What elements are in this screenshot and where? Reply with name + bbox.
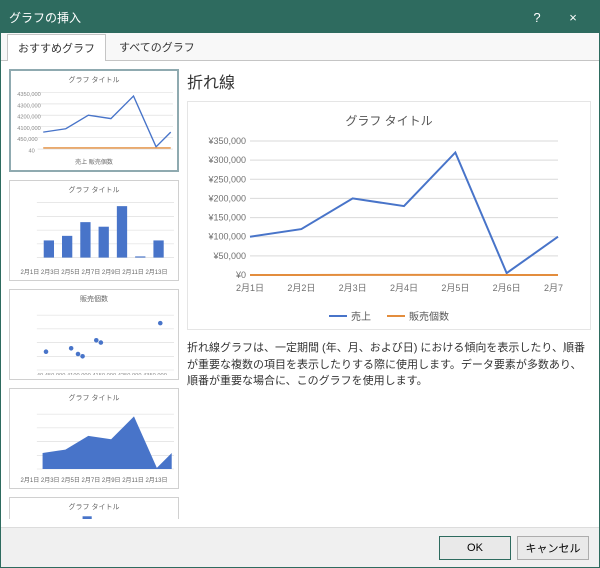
svg-text:2月3日: 2月3日: [339, 283, 367, 293]
preview-pane: 折れ線 グラフ タイトル ¥0 ¥50,000 ¥100,000 ¥150,000 ¥2…: [187, 69, 591, 519]
window-title: グラフの挿入: [9, 9, 519, 26]
svg-text:¥100,000: ¥100,000: [207, 232, 246, 242]
chart-svg: ¥0 ¥50,000 ¥100,000 ¥150,000 ¥200,000 ¥250,00…: [194, 137, 564, 297]
thumb-axis: 2月1日 2月3日 2月5日 2月7日 2月9日 2月11日 2月13日: [14, 475, 174, 484]
swatch-icon: [329, 315, 347, 317]
swatch-icon: [387, 315, 405, 317]
legend-label: 売上: [351, 308, 371, 323]
thumb-title: グラフ タイトル: [14, 502, 174, 512]
thumb-title: グラフ タイトル: [14, 393, 174, 403]
thumb-axis: 2月1日 2月3日 2月5日 2月7日 2月9日 2月11日 2月13日: [14, 267, 174, 276]
thumb-area-chart[interactable]: グラフ タイトル 2月1日 2月3日 2月5日 2月7日 2月9日 2月11日 …: [9, 388, 179, 490]
title-bar: グラフの挿入 ? ×: [1, 1, 599, 33]
thumb-scatter-chart[interactable]: 販売個数 40 450,000 4100,000 4150,000 4250,0…: [9, 289, 179, 380]
svg-text:2月6日: 2月6日: [493, 283, 521, 293]
close-button[interactable]: ×: [555, 1, 591, 33]
cancel-button[interactable]: キャンセル: [517, 536, 589, 560]
area-chart-icon: [14, 405, 174, 474]
thumb-bar-chart-2[interactable]: グラフ タイトル: [9, 497, 179, 519]
chart-type-heading: 折れ線: [187, 69, 591, 93]
dialog-footer: OK キャンセル: [1, 527, 599, 567]
svg-text:2月5日: 2月5日: [441, 283, 469, 293]
bar-chart-icon: [14, 514, 174, 519]
svg-text:4100,000: 4100,000: [17, 126, 40, 132]
line-chart: ¥0 ¥50,000 ¥100,000 ¥150,000 ¥200,000 ¥250,00…: [194, 137, 584, 302]
bar-chart-icon: [14, 197, 174, 266]
svg-text:40: 40: [29, 148, 35, 154]
svg-text:2月7日: 2月7日: [544, 283, 564, 293]
svg-text:¥50,000: ¥50,000: [212, 251, 246, 261]
chart-legend: 売上 販売個数: [194, 308, 584, 323]
thumb-title: グラフ タイトル: [14, 185, 174, 195]
svg-text:¥250,000: ¥250,000: [207, 174, 246, 184]
svg-text:¥200,000: ¥200,000: [207, 193, 246, 203]
svg-text:¥0: ¥0: [235, 270, 246, 280]
tab-recommended[interactable]: おすすめグラフ: [7, 34, 106, 61]
thumb-bar-chart[interactable]: グラフ タイトル 2月1日 2月3日 2月5日 2月7日 2月9日 2月11日 …: [9, 180, 179, 282]
svg-text:¥150,000: ¥150,000: [207, 213, 246, 223]
legend-series2: 販売個数: [387, 308, 449, 323]
thumb-legend: 売上 販売個数: [15, 157, 173, 166]
tab-all[interactable]: すべてのグラフ: [108, 33, 206, 60]
content-area: グラフ タイトル 4350,000 4300,000 4200,000 4100,00…: [1, 61, 599, 527]
svg-text:2月2日: 2月2日: [287, 283, 315, 293]
thumb-title: 販売個数: [14, 294, 174, 304]
svg-text:40 450,000 4100,000 4150,00: 40 450,000 4100,000 4150,000 4250,000 43…: [37, 373, 167, 375]
tab-bar: おすすめグラフ すべてのグラフ: [1, 33, 599, 61]
help-button[interactable]: ?: [519, 1, 555, 33]
thumb-title: グラフ タイトル: [15, 75, 173, 85]
svg-text:4350,000: 4350,000: [17, 92, 40, 98]
svg-text:450,000: 450,000: [17, 137, 37, 143]
thumb-line-chart[interactable]: グラフ タイトル 4350,000 4300,000 4200,000 4100,00…: [9, 69, 179, 172]
chart-preview: グラフ タイトル ¥0 ¥50,000 ¥100,000 ¥150,000 ¥200,0…: [187, 101, 591, 330]
thumbnail-list[interactable]: グラフ タイトル 4350,000 4300,000 4200,000 4100,00…: [9, 69, 179, 519]
line-chart-icon: 4350,000 4300,000 4200,000 4100,000 450,000 4…: [15, 87, 173, 155]
legend-label: 販売個数: [409, 308, 449, 323]
svg-text:2月1日: 2月1日: [236, 283, 264, 293]
svg-text:4300,000: 4300,000: [17, 103, 40, 109]
chart-description: 折れ線グラフは、一定期間 (年、月、および日) における傾向を表示したり、順番が…: [187, 340, 591, 390]
legend-series1: 売上: [329, 308, 371, 323]
ok-button[interactable]: OK: [439, 536, 511, 560]
svg-text:¥350,000: ¥350,000: [207, 137, 246, 146]
scatter-chart-icon: 40 450,000 4100,000 4150,000 4250,000 43…: [14, 306, 174, 375]
svg-text:4200,000: 4200,000: [17, 115, 40, 121]
svg-text:2月4日: 2月4日: [390, 283, 418, 293]
svg-text:¥300,000: ¥300,000: [207, 155, 246, 165]
chart-title: グラフ タイトル: [194, 112, 584, 129]
